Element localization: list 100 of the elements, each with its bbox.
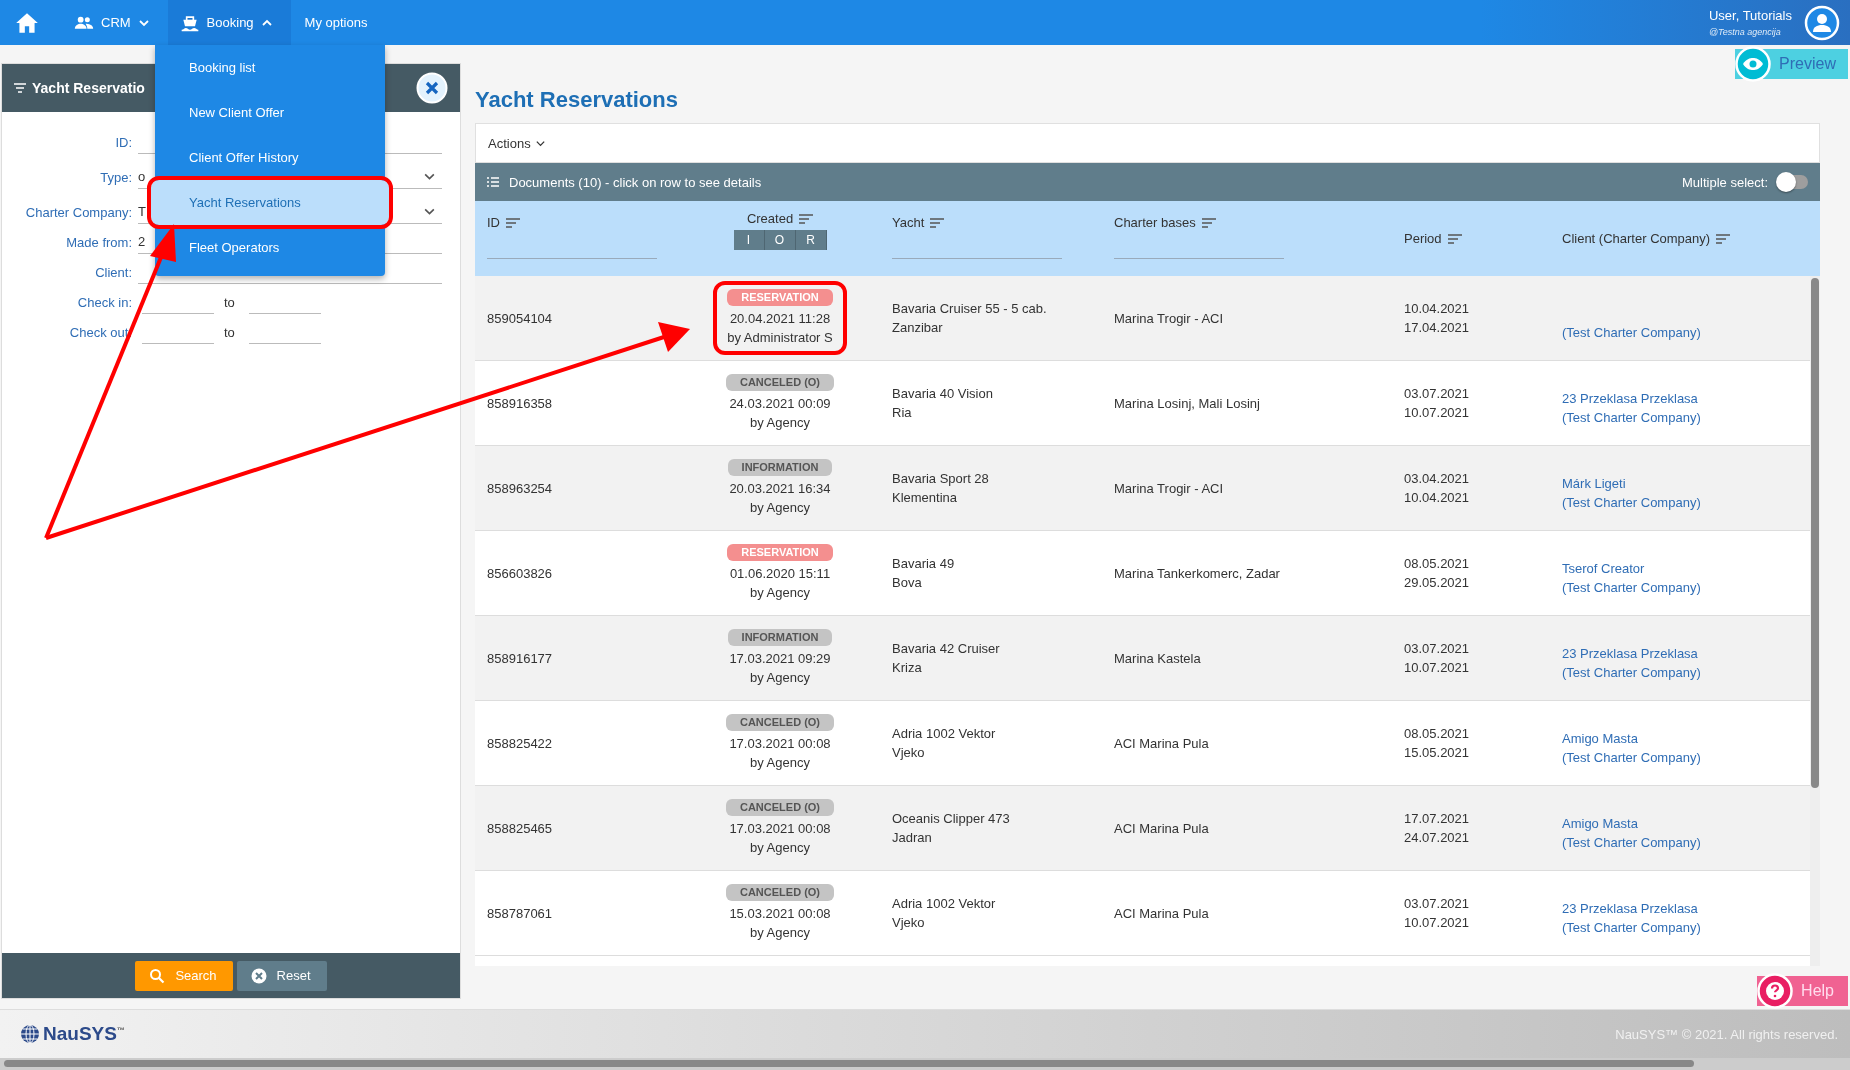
created-by: by Agency (750, 584, 810, 602)
segment-button[interactable]: O (764, 230, 796, 250)
column-header[interactable]: ID (487, 215, 500, 230)
period-from: 03.07.2021 (1404, 640, 1471, 658)
reset-icon (250, 967, 267, 984)
table-cell-text: 858787061 (487, 904, 554, 923)
page-title: Yacht Reservations (475, 87, 679, 113)
created-by: by Administrator S (727, 329, 833, 347)
yacht-model: Adria 1002 Vektor (892, 895, 997, 913)
company-link[interactable]: (Test Charter Company) (1562, 578, 1798, 597)
column-header[interactable]: Yacht (892, 215, 925, 230)
company-link[interactable]: (Test Charter Company) (1562, 833, 1798, 852)
field-label: Made from: (65, 235, 133, 252)
created-date: 24.03.2021 00:09 (729, 395, 831, 413)
sort-icon[interactable] (930, 217, 945, 228)
company-link[interactable]: (Test Charter Company) (1562, 493, 1798, 512)
yacht-model: Bavaria Cruiser 55 - 5 cab. (892, 300, 1048, 318)
company-link[interactable]: (Test Charter Company) (1562, 918, 1798, 937)
client-link[interactable]: Amigo Masta (1562, 814, 1798, 833)
company-link[interactable]: (Test Charter Company) (1562, 408, 1798, 427)
yacht-model: Oceanis Clipper 473 (892, 810, 1011, 828)
segment-button[interactable]: R (795, 230, 827, 250)
table-cell-text: ACI Marina Pula (1114, 819, 1210, 838)
column-header[interactable]: Period (1404, 231, 1442, 246)
panel-title: Yacht Reservatio (32, 80, 145, 96)
created-by: by Agency (750, 414, 810, 432)
nav-menu[interactable]: Booking (167, 0, 291, 45)
nav-menu[interactable]: CRM (62, 0, 168, 45)
table-cell-text: Marina Losinj, Mali Losinj (1114, 394, 1261, 413)
column-header[interactable]: Client (Charter Company) (1562, 231, 1711, 246)
preview-button[interactable]: Preview (1735, 46, 1848, 82)
avatar-icon[interactable] (1804, 4, 1840, 41)
period-to: 17.04.2021 (1404, 319, 1471, 337)
period-from: 08.05.2021 (1404, 725, 1471, 743)
company-link[interactable]: (Test Charter Company) (1562, 323, 1798, 342)
created-by: by Agency (750, 754, 810, 772)
table-row[interactable]: 858825465 CANCELED (O) 17.03.2021 00:08 by Agency Oceanis Clipper 473 Jadran ACI Marina Pula 17.07.2021 24.07.2021 Amigo Masta (Test Charter Company) (475, 786, 1810, 871)
yacht-name: Jadran (892, 829, 933, 847)
yacht-model: Bavaria 49 (892, 555, 956, 573)
yacht-name: Vjeko (892, 744, 926, 762)
table-cell-text: 859054104 (487, 309, 554, 328)
created-by: by Agency (750, 839, 810, 857)
status-badge: CANCELED (O) (725, 884, 835, 901)
created-date: 20.03.2021 16:34 (729, 480, 831, 498)
multiple-select-toggle[interactable] (1778, 175, 1808, 189)
company-link[interactable]: (Test Charter Company) (1562, 663, 1798, 682)
select-field[interactable]: T (138, 199, 166, 224)
period-from: 10.04.2021 (1404, 300, 1471, 318)
scrollbar[interactable] (1810, 276, 1820, 966)
field-label: Type: (99, 170, 133, 187)
help-icon (1757, 973, 1794, 1009)
table-row[interactable]: 858787061 CANCELED (O) 15.03.2021 00:08 by Agency Adria 1002 Vektor Vjeko ACI Marina Pula 03.07.2021 10.07.2021 23 Przeklasa Przeklasa (Test Charter Company) (475, 871, 1810, 956)
select-field[interactable]: o (138, 164, 166, 189)
scrollbar[interactable] (0, 1058, 1850, 1070)
table-row[interactable]: 858916177 INFORMATION 17.03.2021 09:29 by Agency Bavaria 42 Cruiser Kriza Marina Kastela 03.07.2021 10.07.2021 23 Przeklasa Przeklasa (Test Charter Company) (475, 616, 1810, 701)
segment-button[interactable]: I (733, 230, 765, 250)
created-by: by Agency (750, 924, 810, 942)
table-cell-text: 858916177 (487, 649, 554, 668)
table-cell-text: Marina Trogir - ACI (1114, 309, 1225, 328)
period-from: 17.07.2021 (1404, 810, 1471, 828)
sort-icon[interactable] (1447, 233, 1462, 244)
created-date: 15.03.2021 00:08 (729, 905, 831, 923)
column-header[interactable]: Charter bases (1114, 215, 1196, 230)
client-link[interactable]: 23 Przeklasa Przeklasa (1562, 644, 1798, 663)
client-link[interactable]: Tserof Creator (1562, 559, 1798, 578)
created-date: 17.03.2021 00:08 (729, 735, 831, 753)
yacht-name: Zanzibar (892, 319, 944, 337)
yacht-model: Bavaria 40 Vision (892, 385, 994, 403)
table-row[interactable]: 859054104 RESERVATION 20.04.2021 11:28 by Administrator S Bavaria Cruiser 55 - 5 cab. Zanzibar Marina Trogir - ACI 10.04.2021 17.04.2021 (Test Charter Company) (475, 276, 1810, 361)
table-row[interactable]: 858963254 INFORMATION 20.03.2021 16:34 by Agency Bavaria Sport 28 Klementina Marina Trogir - ACI 03.04.2021 10.04.2021 Márk Ligeti (Test Charter Company) (475, 446, 1810, 531)
client-link[interactable]: 23 Przeklasa Przeklasa (1562, 389, 1798, 408)
sort-icon[interactable] (799, 213, 814, 224)
yacht-model: Adria 1002 Vektor (892, 725, 997, 743)
yacht-model: Bavaria Sport 28 (892, 470, 990, 488)
sort-icon[interactable] (506, 217, 520, 228)
menu-item[interactable]: New Client Offer (155, 90, 385, 135)
menu-item[interactable]: Fleet Operators (155, 225, 385, 270)
search-icon (149, 967, 166, 984)
client-link[interactable]: Amigo Masta (1562, 729, 1798, 748)
sort-icon[interactable] (1201, 217, 1216, 228)
field-label: Charter Company: (24, 205, 133, 222)
company-link[interactable]: (Test Charter Company) (1562, 748, 1798, 767)
panel-button[interactable]: Reset (236, 960, 327, 991)
column-header[interactable]: Created (746, 211, 794, 226)
menu-item[interactable]: Booking list (155, 45, 385, 90)
nav-link[interactable]: My options (290, 15, 382, 30)
actions-menu[interactable]: Actions (488, 135, 546, 151)
sort-icon[interactable] (1716, 233, 1731, 244)
table-cell-text: Marina Tankerkomerc, Zadar (1114, 564, 1281, 583)
documents-title: Documents (10) - click on row to see details (509, 174, 762, 190)
client-link[interactable]: 23 Przeklasa Przeklasa (1562, 899, 1798, 918)
created-date: 20.04.2021 11:28 (729, 310, 831, 328)
client-link[interactable]: Márk Ligeti (1562, 474, 1798, 493)
table-cell-text: Marina Trogir - ACI (1114, 479, 1225, 498)
table-cell-text: ACI Marina Pula (1114, 904, 1210, 923)
close-icon[interactable] (416, 72, 448, 104)
yacht-name: Bova (892, 574, 923, 592)
status-badge: INFORMATION (727, 459, 833, 476)
user-name: User, Tutorials (1708, 8, 1792, 23)
globe-icon (20, 1024, 40, 1044)
